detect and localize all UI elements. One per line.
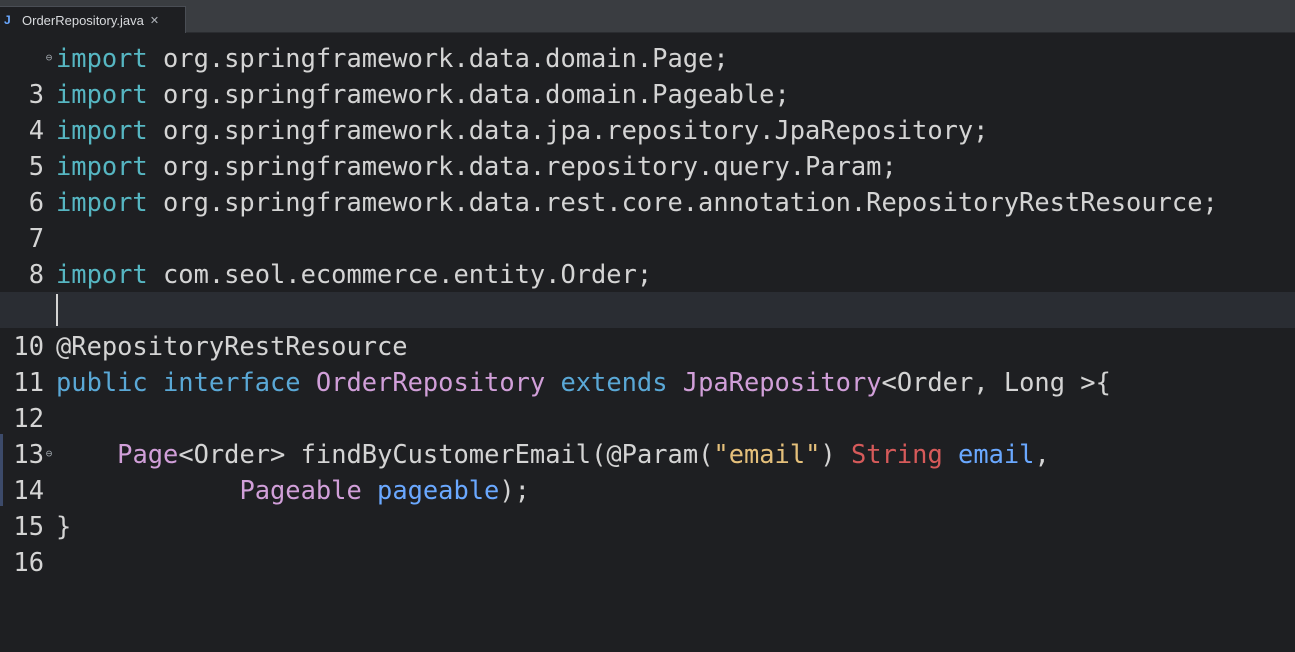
type-name: Order: [193, 439, 271, 469]
code-text: import org.springframework.data.jpa.repo…: [56, 112, 988, 148]
fold-icon[interactable]: ⊖: [44, 40, 54, 76]
code-editor[interactable]: 3 ⊖ import org.springframework.data.doma…: [0, 40, 1295, 577]
code-line[interactable]: 4 import org.springframework.data.domain…: [0, 76, 1295, 145]
code-text: Pageable pageable);: [56, 472, 530, 508]
code-line[interactable]: 6 import org.springframework.data.reposi…: [0, 148, 1295, 217]
tab-order-repository[interactable]: J OrderRepository.java ✕: [0, 6, 186, 33]
punctuation: ,: [1034, 439, 1050, 469]
type-name: String: [851, 439, 943, 469]
code-line[interactable]: 7 import org.springframework.data.rest.c…: [0, 184, 1295, 253]
code-text: Page<Order> findByCustomerEmail(@Param("…: [56, 436, 1050, 472]
code-line[interactable]: 8: [0, 220, 1295, 289]
fold-icon[interactable]: ⊖: [44, 436, 54, 472]
type-name: Page: [117, 439, 179, 469]
current-line[interactable]: 10: [0, 292, 1295, 361]
package-name: org.springframework.data.repository.quer…: [147, 151, 897, 181]
keyword: extends: [560, 367, 668, 397]
keyword: interface: [163, 367, 301, 397]
code-line[interactable]: 5 import org.springframework.data.jpa.re…: [0, 112, 1295, 181]
string-literal: "email": [713, 439, 821, 469]
code-line[interactable]: 9 import com.seol.ecommerce.entity.Order…: [0, 256, 1295, 325]
code-text: }: [56, 508, 71, 544]
punctuation: ): [820, 439, 836, 469]
punctuation: (: [591, 439, 607, 469]
type-name: Long: [1003, 367, 1065, 397]
tab-filename: OrderRepository.java: [22, 12, 144, 28]
keyword: import: [56, 115, 148, 145]
annotation: @Param: [606, 439, 699, 469]
code-line[interactable]: 3 ⊖ import org.springframework.data.doma…: [0, 40, 1295, 109]
line-number: 16: [13, 547, 44, 577]
code-text: import org.springframework.data.rest.cor…: [56, 184, 1218, 220]
punctuation: );: [499, 475, 530, 505]
code-line[interactable]: 16 }: [0, 508, 1295, 577]
package-name: org.springframework.data.domain.Page;: [147, 43, 729, 73]
punctuation: (: [698, 439, 714, 469]
keyword: public: [56, 367, 148, 397]
keyword: import: [56, 43, 148, 73]
package-name: com.seol.ecommerce.entity.Order;: [147, 259, 653, 289]
type-name: OrderRepository: [315, 367, 546, 397]
variable-name: email: [958, 439, 1035, 469]
annotation: @RepositoryRestResource: [56, 331, 408, 361]
punctuation: <: [881, 367, 897, 397]
keyword: import: [56, 187, 148, 217]
code-text: import org.springframework.data.reposito…: [56, 148, 897, 184]
editor-tab-bar: J OrderRepository.java ✕: [0, 0, 1295, 33]
punctuation: <: [178, 439, 194, 469]
code-text: public interface OrderRepository extends…: [56, 364, 1111, 400]
type-name: Pageable: [239, 475, 362, 505]
keyword: import: [56, 151, 148, 181]
code-line[interactable]: 15 Pageable pageable);: [0, 472, 1295, 541]
code-line[interactable]: 13: [0, 400, 1295, 469]
variable-name: pageable: [377, 475, 500, 505]
close-icon[interactable]: ✕: [150, 14, 159, 27]
keyword: import: [56, 259, 148, 289]
code-line[interactable]: 12 public interface OrderRepository exte…: [0, 364, 1295, 433]
type-name: JpaRepository: [682, 367, 882, 397]
keyword: import: [56, 79, 148, 109]
java-file-icon: J: [4, 13, 11, 27]
text-caret: [56, 294, 58, 326]
punctuation: >: [270, 439, 286, 469]
code-text: import org.springframework.data.domain.P…: [56, 40, 729, 76]
punctuation: >{: [1065, 367, 1111, 397]
punctuation: ,: [973, 367, 1004, 397]
package-name: org.springframework.data.domain.Pageable…: [147, 79, 790, 109]
package-name: org.springframework.data.jpa.repository.…: [147, 115, 989, 145]
code-line[interactable]: 11 @RepositoryRestResource: [0, 328, 1295, 397]
code-text: import org.springframework.data.domain.P…: [56, 76, 790, 112]
code-text: @RepositoryRestResource: [56, 328, 408, 364]
type-name: Order: [896, 367, 974, 397]
code-line[interactable]: 14 ⊖ Page<Order> findByCustomerEmail(@Pa…: [0, 436, 1295, 505]
method-name: findByCustomerEmail: [300, 439, 592, 469]
code-text: import com.seol.ecommerce.entity.Order;: [56, 256, 652, 292]
punctuation: }: [56, 511, 72, 541]
package-name: org.springframework.data.rest.core.annot…: [147, 187, 1218, 217]
